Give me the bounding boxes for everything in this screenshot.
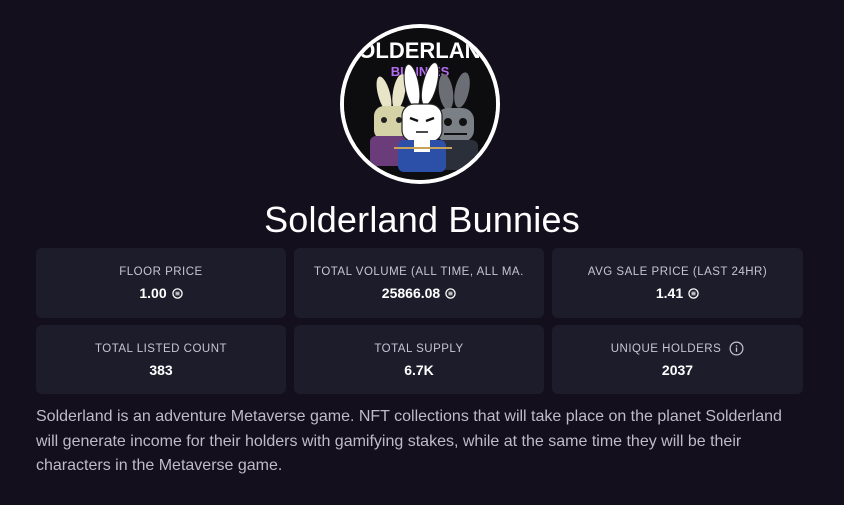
stat-card-floor-price: FLOOR PRICE 1.00 <box>36 248 286 318</box>
stats-grid: FLOOR PRICE 1.00 TOTAL VOLUME (ALL TIME,… <box>36 248 804 394</box>
stat-card-total-listed-count: TOTAL LISTED COUNT 383 <box>36 325 286 394</box>
stat-label-row: UNIQUE HOLDERS <box>611 341 745 357</box>
stat-value-row: 6.7K <box>404 361 434 379</box>
stat-label: TOTAL LISTED COUNT <box>94 342 228 355</box>
stat-label: TOTAL VOLUME (ALL TIME, ALL MA... <box>314 266 524 278</box>
stat-value: 1.00 <box>139 285 167 301</box>
collection-logo-image: SOLDERLAND BUNNIES <box>344 28 496 180</box>
stat-card-total-supply: TOTAL SUPPLY 6.7K <box>294 325 544 394</box>
stat-value-row: 383 <box>149 361 172 379</box>
sol-coin-icon <box>171 287 183 299</box>
stat-value: 2037 <box>661 361 694 378</box>
stat-card-avg-sale-price: AVG SALE PRICE (LAST 24HR) 1.41 <box>552 248 803 318</box>
collection-title: Solderland Bunnies <box>264 199 580 240</box>
stat-value-row: 25866.08 <box>382 284 456 302</box>
sol-coin-icon <box>445 287 456 299</box>
stat-value-row: 2037 <box>662 361 693 379</box>
stat-label: UNIQUE HOLDERS <box>610 342 722 355</box>
collection-avatar: SOLDERLAND BUNNIES <box>340 24 500 184</box>
sol-coin-icon <box>688 287 699 299</box>
stat-value: 1.41 <box>655 285 684 301</box>
stat-value-row: 1.41 <box>656 284 699 302</box>
stat-value: 6.7K <box>404 361 434 378</box>
info-icon[interactable] <box>729 341 744 356</box>
logo-text-top: SOLDERLAND <box>344 38 496 63</box>
stat-value: 25866.08 <box>381 285 441 301</box>
stat-card-total-volume: TOTAL VOLUME (ALL TIME, ALL MA... 25866.… <box>294 248 544 318</box>
stat-value-row: 1.00 <box>139 284 183 302</box>
collection-page: SOLDERLAND BUNNIES Solderland Bunnies FL… <box>0 0 844 505</box>
stat-value: 383 <box>149 361 173 378</box>
stat-label: TOTAL SUPPLY <box>374 342 464 355</box>
stat-label: AVG SALE PRICE (LAST 24HR) <box>587 266 768 278</box>
stat-card-unique-holders: UNIQUE HOLDERS 2037 <box>552 325 803 394</box>
collection-description: Solderland is an adventure Metaverse gam… <box>36 408 782 474</box>
stat-label: FLOOR PRICE <box>119 266 203 278</box>
